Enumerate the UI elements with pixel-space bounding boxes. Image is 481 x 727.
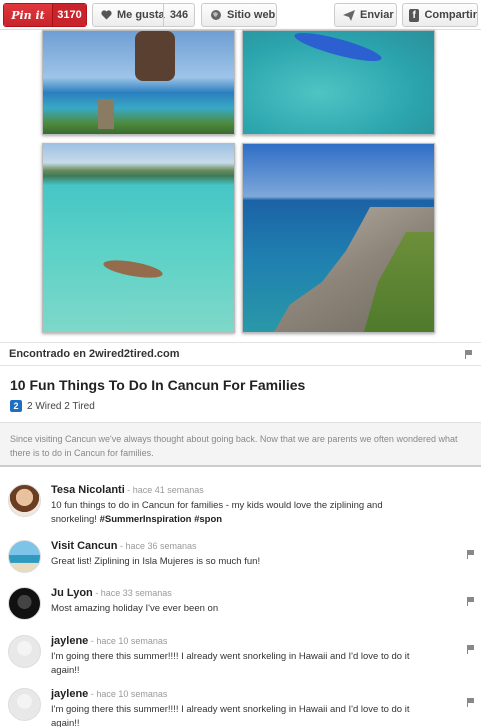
board-link[interactable]: 2 2 Wired 2 Tired xyxy=(10,400,95,412)
comment-time: hace 10 semanas xyxy=(96,636,168,646)
comment-text: 10 fun things to do in Cancun for famili… xyxy=(51,500,383,525)
pin-it-label: Pin it xyxy=(4,4,52,26)
facebook-icon: f xyxy=(409,8,420,22)
avatar[interactable] xyxy=(8,688,41,721)
photo-zipline xyxy=(42,30,235,135)
board-badge-icon: 2 xyxy=(10,400,22,412)
pin-description: Since visiting Cancun we've always thoug… xyxy=(0,422,481,467)
avatar[interactable] xyxy=(8,587,41,620)
like-button[interactable]: Me gusta 346 xyxy=(92,3,195,27)
pin-title: 10 Fun Things To Do In Cancun For Famili… xyxy=(10,377,306,393)
comment-time: hace 33 semanas xyxy=(100,588,172,598)
flag-icon[interactable] xyxy=(465,350,472,359)
board-name: 2 Wired 2 Tired xyxy=(27,400,95,412)
like-label: Me gusta xyxy=(117,9,165,21)
heart-icon xyxy=(101,10,112,20)
avatar[interactable] xyxy=(8,635,41,668)
like-count: 346 xyxy=(163,4,194,26)
comment-author[interactable]: Visit Cancun xyxy=(51,540,117,552)
flag-icon[interactable] xyxy=(467,550,474,559)
flag-icon[interactable] xyxy=(467,698,474,707)
flag-icon[interactable] xyxy=(467,645,474,654)
pin-image[interactable] xyxy=(0,30,481,342)
website-button[interactable]: Sitio web xyxy=(201,3,277,27)
globe-icon xyxy=(210,9,222,21)
pin-count: 3170 xyxy=(52,4,86,26)
send-label: Enviar xyxy=(360,9,394,21)
pin-it-button[interactable]: Pin it 3170 xyxy=(3,3,87,27)
photo-snorkel xyxy=(42,143,235,333)
comment-author[interactable]: jaylene xyxy=(51,688,88,700)
comment-text: Most amazing holiday I've ever been on xyxy=(51,603,219,614)
photo-cliff xyxy=(242,143,435,333)
share-label: Compartir xyxy=(424,9,477,21)
comment-text: Great list! Ziplining in Isla Mujeres is… xyxy=(51,556,261,567)
avatar[interactable] xyxy=(8,484,41,517)
website-label: Sitio web xyxy=(227,9,276,21)
comment-text: I'm going there this summer!!!! I alread… xyxy=(51,704,410,727)
source-bar: Encontrado en 2wired2tired.com xyxy=(0,342,481,366)
source-link[interactable]: Encontrado en 2wired2tired.com xyxy=(9,348,180,360)
comment-author[interactable]: Ju Lyon xyxy=(51,587,93,599)
comment-text: I'm going there this summer!!!! I alread… xyxy=(51,651,410,676)
comment-time: hace 41 semanas xyxy=(132,485,204,495)
send-button[interactable]: Enviar xyxy=(334,3,397,27)
comment-hashtags[interactable]: #SummerInspiration #spon xyxy=(100,514,222,525)
flag-icon[interactable] xyxy=(467,597,474,606)
photo-kayak xyxy=(242,30,435,135)
send-icon xyxy=(343,9,355,21)
comment-time: hace 36 semanas xyxy=(125,541,197,551)
share-toolbar: Pin it 3170 Me gusta 346 Sitio web Envia… xyxy=(0,0,481,30)
comment-author[interactable]: Tesa Nicolanti xyxy=(51,484,125,496)
avatar[interactable] xyxy=(8,540,41,573)
comment-time: hace 10 semanas xyxy=(96,689,168,699)
share-button[interactable]: f Compartir xyxy=(402,3,478,27)
comment-author[interactable]: jaylene xyxy=(51,635,88,647)
